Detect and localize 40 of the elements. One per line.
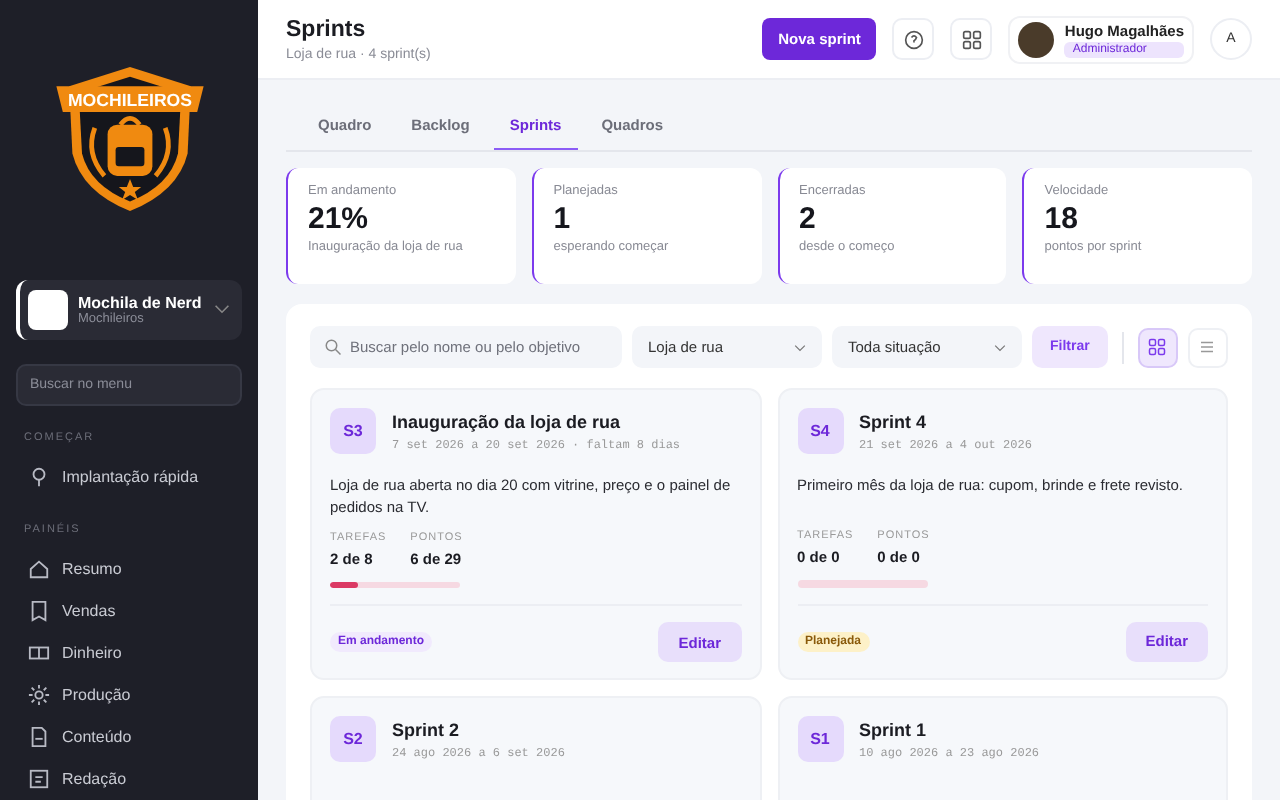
apps-grid-button[interactable]	[950, 18, 993, 60]
sprint-code: S3	[330, 408, 376, 454]
banknote-icon	[28, 642, 50, 664]
nav-item[interactable]: Conteúdo	[16, 716, 242, 758]
nav-item[interactable]: Dinheiro	[16, 632, 242, 674]
help-button[interactable]	[892, 18, 935, 60]
document-icon	[28, 726, 50, 748]
chevron-icon	[994, 343, 1006, 351]
stat-value: 1	[553, 202, 573, 236]
workspace-name: Mochila de Nerd	[78, 293, 204, 312]
notepad-icon	[28, 768, 50, 790]
sprint-name: Sprint 4	[859, 411, 929, 431]
grid-view-button[interactable]	[1137, 327, 1178, 367]
chevron-icon	[794, 343, 806, 351]
sprint-name: Sprint 1	[859, 719, 929, 739]
avatar-photo-placeholder	[1018, 21, 1055, 57]
stat-value: 21%	[308, 202, 371, 236]
sprint-code: S1	[797, 716, 843, 762]
stat-value: 2	[799, 202, 818, 236]
nav-item[interactable]: Implantação rápida	[16, 456, 242, 498]
nav-item[interactable]: Vendas	[16, 590, 242, 632]
stat-value: 18	[1044, 202, 1080, 236]
sprint-code: S2	[330, 716, 376, 762]
help-icon	[903, 29, 924, 49]
chevron-icon	[214, 304, 230, 315]
nav-item[interactable]: Redação	[16, 758, 242, 800]
sprint-name: Inauguração da loja de rua	[392, 411, 623, 431]
workspace-logo-icon	[28, 289, 68, 330]
list-icon	[1198, 338, 1217, 356]
pin-icon	[28, 466, 50, 488]
grid-icon	[1148, 338, 1167, 356]
sun-icon	[28, 684, 50, 706]
nav-item[interactable]: Resumo	[16, 548, 242, 590]
home-icon	[28, 558, 50, 580]
sprint-code: S4	[797, 408, 843, 454]
nav-item[interactable]: Produção	[16, 674, 242, 716]
sprint-name: Sprint 2	[392, 719, 462, 739]
bookmark-icon	[28, 600, 50, 622]
page-title: Sprints	[286, 17, 368, 41]
grid-icon	[961, 29, 982, 49]
